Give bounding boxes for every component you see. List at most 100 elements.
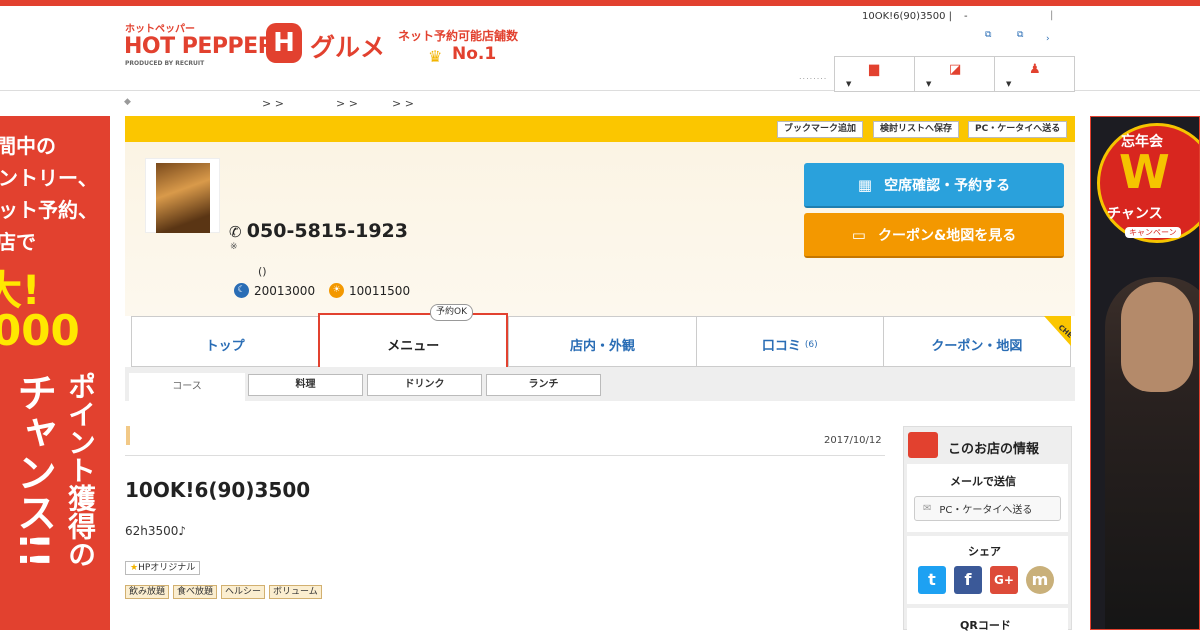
phone-number: 050-5815-1923: [246, 220, 408, 242]
chevron-right-icon[interactable]: ›: [1046, 34, 1050, 44]
reserve-button[interactable]: ▦ 空席確認・予約する: [804, 163, 1064, 208]
bookmark-button[interactable]: ブックマーク追加: [777, 121, 864, 138]
net-reserve-no1-label: ネット予約可能店舗数: [398, 29, 519, 43]
banner-text: 間中の: [0, 134, 56, 158]
tab-interior[interactable]: 店内・外観: [508, 316, 696, 367]
menu-subtabs: コース 料理 ドリンク ランチ: [125, 367, 1075, 401]
banner-text: チャンス!!: [10, 372, 56, 569]
course-tags: 飲み放題 食べ放題 ヘルシー ボリューム: [125, 585, 322, 599]
coupon-icon: ▭: [851, 225, 866, 244]
right-ad-banner[interactable]: 忘年会 W チャンス キャンペーン: [1090, 116, 1200, 630]
course-tag: ヘルシー: [221, 585, 266, 599]
check-ribbon: CHECK: [1044, 316, 1071, 346]
shop-action-strip: ブックマーク追加 検討リストへ保存 PC・ケータイへ送る: [125, 116, 1075, 142]
mixi-icon[interactable]: m: [1026, 566, 1054, 594]
header-bookmark-menu[interactable]: ◪ ▼: [915, 57, 995, 91]
facebook-icon[interactable]: f: [954, 566, 982, 594]
subtab-food[interactable]: 料理: [248, 374, 363, 396]
send-mail-button[interactable]: ✉ PC・ケータイへ送る: [914, 496, 1061, 521]
header-icon-menu: ▆ ▼ ◪ ▼ ♟ ▼: [834, 56, 1075, 92]
course-tag: 飲み放題: [125, 585, 170, 599]
breadcrumb-separator: > >: [262, 97, 284, 110]
shop-phone[interactable]: ✆ 050-5815-1923: [229, 220, 408, 242]
reserve-button-label: 空席確認・予約する: [884, 177, 1011, 194]
book-icon: [908, 432, 938, 458]
twitter-icon[interactable]: t: [918, 566, 946, 594]
shop-thumbnail[interactable]: [145, 158, 220, 233]
review-count: (6): [804, 339, 818, 350]
divider: [125, 455, 885, 456]
night-hours: ☾ 20013000: [234, 283, 315, 298]
section-accent: [126, 426, 130, 445]
crown-icon: ♛: [428, 47, 443, 66]
tab-label: 店内・外観: [570, 339, 636, 354]
logo-h-fork-icon[interactable]: H: [266, 23, 302, 63]
course-tag: 食べ放題: [173, 585, 218, 599]
mail-icon: ✉: [923, 503, 932, 514]
logo-small-text[interactable]: ホットペッパー: [125, 20, 195, 35]
subtab-course[interactable]: コース: [129, 373, 245, 401]
shop-icon: ▆: [869, 62, 879, 77]
external-link-icon[interactable]: ⧉: [985, 30, 991, 40]
qr-title: QRコード: [960, 619, 1011, 632]
banner-text: チャンス: [1107, 206, 1163, 222]
header-user-menu[interactable]: ♟ ▼: [995, 57, 1074, 91]
send-to-phone-button[interactable]: PC・ケータイへ送る: [968, 121, 1068, 138]
course-tag: ボリューム: [269, 585, 322, 599]
tab-label: メニュー: [387, 338, 440, 354]
back-arrow-icon[interactable]: ◆: [124, 97, 131, 107]
banner-text: 店で: [0, 230, 36, 254]
logo-produced-by: PRODUCED BY RECRUIT: [125, 60, 205, 67]
breadcrumb-separator: > >: [392, 97, 414, 110]
breadcrumb: ◆ > > > > > >: [124, 97, 524, 111]
moon-icon: ☾: [234, 283, 249, 298]
header-promo-link[interactable]: 10OK!6(90)3500 |: [862, 11, 952, 22]
header-dots: ........: [799, 72, 828, 81]
subtab-drink[interactable]: ドリンク: [367, 374, 482, 396]
user-icon: ♟: [1029, 62, 1041, 77]
left-ad-banner[interactable]: 間中の ントリー、 ット予約、 店で 大! 000 ポイント獲得の チャンス!!: [0, 116, 110, 630]
chevron-down-icon: ▼: [926, 80, 932, 88]
calendar-icon: ▦: [857, 175, 873, 194]
day-hours: ☀ 10011500: [329, 283, 410, 298]
tab-top[interactable]: トップ: [131, 316, 319, 367]
mail-send-title: メールで送信: [950, 475, 1016, 488]
tab-label: トップ: [205, 339, 245, 354]
day-hours-value: 10011500: [349, 283, 411, 298]
google-plus-icon[interactable]: G+: [990, 566, 1018, 594]
send-mail-label: PC・ケータイへ送る: [939, 505, 1033, 516]
shop-photo: [156, 163, 210, 233]
course-title: 10OK!6(90)3500: [125, 478, 311, 502]
shop-tabs: トップ メニュー 店内・外観 口コミ (6) クーポン・地図: [131, 313, 1072, 367]
subtab-lunch[interactable]: ランチ: [486, 374, 601, 396]
bookmark-icon: ◪: [949, 62, 962, 77]
banner-text: ントリー、: [0, 166, 98, 190]
hp-original-label: HPオリジナル: [138, 563, 196, 573]
sun-icon: ☀: [329, 283, 344, 298]
banner-face-image: [1121, 282, 1193, 392]
tab-reviews[interactable]: 口コミ (6): [695, 316, 883, 367]
logo-hot-pepper[interactable]: HOT PEPPER: [124, 34, 275, 59]
logo-gourmet[interactable]: グルメ: [310, 28, 385, 64]
external-link-icon[interactable]: ⧉: [1017, 30, 1023, 40]
header-shop-menu[interactable]: ▆ ▼: [835, 57, 915, 91]
save-list-button[interactable]: 検討リストへ保存: [873, 121, 960, 138]
tab-label: クーポン・地図: [931, 339, 1023, 354]
banner-text: キャンペーン: [1125, 227, 1181, 238]
course-date: 2017/10/12: [824, 435, 882, 446]
tab-menu[interactable]: メニュー: [318, 313, 509, 367]
banner-text: ット予約、: [0, 198, 98, 222]
shop-paren-text: (): [258, 265, 267, 278]
tab-label: 口コミ: [761, 339, 801, 354]
chevron-down-icon: ▼: [846, 80, 852, 88]
chevron-down-icon: ▼: [1006, 80, 1012, 88]
night-hours-value: 20013000: [254, 283, 316, 298]
coupon-map-button[interactable]: ▭ クーポン&地図を見る: [804, 213, 1064, 258]
hp-original-tag: ★HPオリジナル: [125, 561, 201, 575]
reserve-ok-badge: 予約OK: [430, 304, 473, 321]
coupon-button-label: クーポン&地図を見る: [877, 227, 1017, 244]
header-dash: -: [964, 11, 968, 22]
star-icon: ★: [130, 563, 139, 573]
phone-icon: ✆: [229, 223, 247, 241]
phone-note: ※: [230, 242, 238, 252]
